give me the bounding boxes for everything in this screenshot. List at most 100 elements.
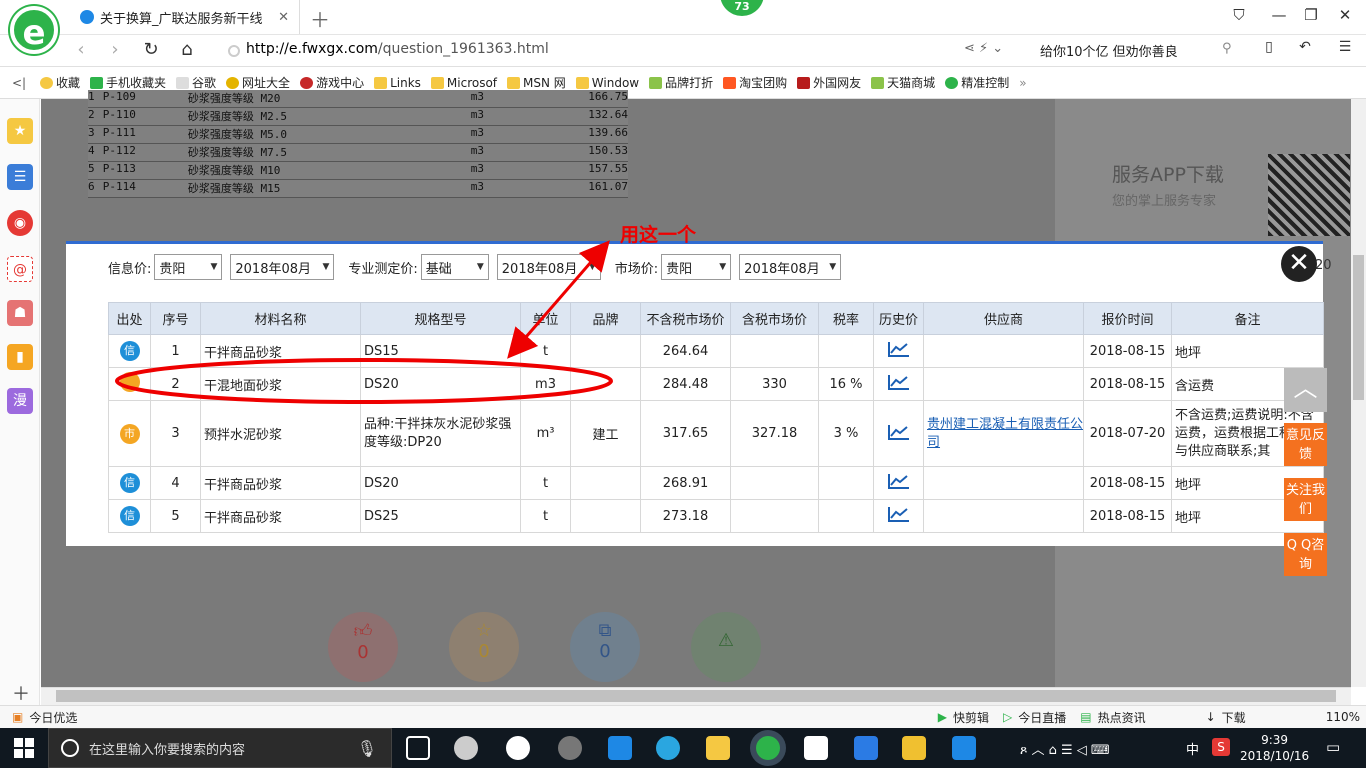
status-item-news[interactable]: 热点资讯 — [1098, 709, 1146, 726]
windows-start-icon[interactable] — [14, 738, 34, 758]
bookmark-brand[interactable]: 品牌打折 — [649, 74, 713, 91]
bookmarks-more-icon[interactable]: » — [1019, 76, 1026, 90]
ie-e-icon[interactable] — [506, 736, 530, 760]
minimize-button[interactable]: — — [1264, 6, 1294, 24]
search-box[interactable]: 给你10个亿 但劝你善良 ⚲ — [1040, 41, 1240, 60]
menu-icon[interactable]: ☰ — [1332, 39, 1358, 55]
history-chart-icon[interactable] — [887, 341, 910, 357]
pro-date-select[interactable]: 2018年08月 ▼ — [496, 254, 601, 280]
ime-indicator[interactable]: 中 — [1186, 739, 1199, 758]
back-to-top-button[interactable]: ︿ — [1284, 368, 1327, 412]
table-row[interactable]: 市 3 预拌水泥砂浆 品种:干拌抹灰水泥砂浆强度等级:DP20 m³ 建工 317.65 32… — [108, 400, 1324, 467]
bookmark-windows[interactable]: Window — [575, 76, 639, 90]
weibo-icon[interactable]: ◉ — [7, 210, 33, 236]
360-browser-icon[interactable] — [756, 736, 780, 760]
file-explorer-icon[interactable] — [706, 736, 730, 760]
forward-icon[interactable]: › — [102, 39, 128, 60]
comic-icon[interactable]: 漫 — [7, 388, 33, 414]
vertical-scroll-thumb[interactable] — [1353, 255, 1364, 400]
add-sidebar-icon[interactable]: ＋ — [12, 680, 30, 706]
horizontal-scroll-thumb[interactable] — [56, 690, 1336, 702]
microphone-icon[interactable]: 🎙︎ — [357, 739, 377, 758]
edge-icon[interactable] — [608, 736, 632, 760]
close-window-button[interactable]: ✕ — [1330, 6, 1360, 24]
history-chart-icon[interactable] — [887, 374, 910, 390]
qq-button[interactable]: Q Q咨询 — [1284, 533, 1327, 576]
bookmark-microsoft[interactable]: Microsof — [430, 76, 497, 90]
phone-icon[interactable]: ▯ — [1256, 39, 1282, 55]
bookmark-links[interactable]: Links — [374, 76, 421, 90]
history-chart-icon[interactable] — [887, 506, 910, 522]
notification-badge[interactable]: 73 — [720, 0, 764, 16]
cell-unit: m³ — [520, 400, 571, 467]
bookmark-games[interactable]: 游戏中心 — [300, 74, 364, 91]
new-tab-button[interactable]: ＋ — [310, 4, 330, 33]
background-cell-price: 132.64 — [588, 108, 628, 121]
supplier-link[interactable]: 贵州建工混凝土有限责任公司 — [927, 417, 1083, 450]
bookmark-google[interactable]: 谷歌 — [176, 74, 216, 91]
reader-icon[interactable]: ☰ — [7, 164, 33, 190]
pin-app-icon[interactable] — [952, 736, 976, 760]
status-item-live[interactable]: 今日直播 — [1018, 709, 1066, 726]
status-item-download[interactable]: 下载 — [1222, 709, 1246, 726]
sidebar-toggle-icon[interactable]: <| — [12, 76, 32, 90]
taskbar-clock[interactable]: 9:39 2018/10/16 — [1240, 732, 1309, 764]
table-row[interactable]: 信 4 干拌商品砂浆 DS20 t 268.91 2018-08-15 地坪 — [108, 466, 1324, 500]
share-icon[interactable]: ⋖ ⚡ ⌄ — [964, 41, 1003, 56]
background-cell-unit: m3 — [470, 108, 484, 121]
bookmark-foreign[interactable]: 外国网友 — [797, 74, 861, 91]
source-badge-icon — [119, 372, 140, 392]
search-icon[interactable]: ⚲ — [1222, 41, 1232, 56]
mail-icon[interactable]: @ — [7, 256, 33, 282]
home-icon[interactable]: ⌂ — [174, 39, 200, 60]
bookmark-favorites[interactable]: 收藏 — [40, 74, 80, 91]
like-circle: 👍︎ 0 — [328, 612, 398, 682]
favorites-star-icon[interactable]: ★ — [7, 118, 33, 144]
bookmark-taobao[interactable]: 淘宝团购 — [723, 74, 787, 91]
status-item-clip[interactable]: 快剪辑 — [953, 709, 989, 726]
restore-button[interactable]: ❐ — [1296, 6, 1326, 24]
bookmark-tmall[interactable]: 天猫商城 — [871, 74, 935, 91]
back-icon[interactable]: ‹ — [68, 39, 94, 60]
table-row[interactable]: 2 干混地面砂浆 DS20 m3 284.48 330 16 % 2018-08-15 含运费 — [108, 367, 1324, 401]
info-city-select[interactable]: 贵阳 ▼ — [154, 254, 223, 280]
feedback-button[interactable]: 意见反馈 — [1284, 423, 1327, 466]
table-row[interactable]: 信 5 干拌商品砂浆 DS25 t 273.18 2018-08-15 地坪 — [108, 499, 1324, 533]
bookmark-hao[interactable]: 网址大全 — [226, 74, 290, 91]
refresh-icon[interactable]: ↻ — [138, 39, 164, 60]
mail-envelope-icon[interactable] — [804, 736, 828, 760]
address-bar[interactable]: http://e.fwxgx.com/question_1961363.html — [228, 41, 948, 63]
tray-icons[interactable]: ጾ ︿ ⌂ ☰ ◁ ⌨ — [1020, 739, 1170, 758]
bookmark-msn[interactable]: MSN 网 — [507, 74, 566, 91]
dialog-close-button[interactable]: ✕ — [1281, 246, 1317, 282]
background-cell-name: 砂浆强度等级 M15 — [187, 182, 281, 195]
action-center-icon[interactable]: ▭ — [1326, 738, 1340, 756]
market-date-select[interactable]: 2018年08月 ▼ — [739, 254, 842, 280]
bookmark-precise[interactable]: 精准控制 — [945, 74, 1009, 91]
shirt-skin-icon[interactable]: ⛉ — [1224, 6, 1254, 24]
tab-close-icon[interactable]: ✕ — [278, 10, 289, 25]
market-city-select[interactable]: 贵阳 ▼ — [661, 254, 732, 280]
history-chart-icon[interactable] — [887, 424, 910, 440]
browser-tab[interactable]: 关于换算_广联达服务新干线 ✕ — [70, 0, 300, 34]
internet-explorer-icon[interactable] — [656, 736, 680, 760]
book-icon[interactable]: ▮ — [7, 344, 33, 370]
table-row[interactable]: 信 1 干拌商品砂浆 DS15 t 264.64 2018-08-15 地坪 — [108, 334, 1324, 368]
history-chart-icon[interactable] — [887, 473, 910, 489]
info-date-select[interactable]: 2018年08月 ▼ — [230, 254, 335, 280]
zoom-level[interactable]: 110% — [1326, 710, 1360, 724]
sogou-ime-icon[interactable]: S — [1212, 738, 1230, 756]
taskbar-search[interactable]: 在这里输入你要搜索的内容 🎙︎ — [48, 728, 392, 768]
follow-button[interactable]: 关注我们 — [1284, 478, 1327, 521]
game-icon[interactable]: ☗ — [7, 300, 33, 326]
cell-history — [873, 499, 924, 533]
undo-icon[interactable]: ↶ — [1292, 39, 1318, 55]
glodon-g-icon[interactable] — [854, 736, 878, 760]
status-left-text[interactable]: 今日优选 — [29, 709, 77, 726]
task-view-icon[interactable] — [406, 736, 430, 760]
fan-app-icon[interactable] — [454, 736, 478, 760]
notes-icon[interactable] — [902, 736, 926, 760]
pro-type-select[interactable]: 基础 ▼ — [420, 254, 489, 280]
bookmark-mobile[interactable]: 手机收藏夹 — [90, 74, 166, 91]
browser-swirl-icon[interactable] — [558, 736, 582, 760]
